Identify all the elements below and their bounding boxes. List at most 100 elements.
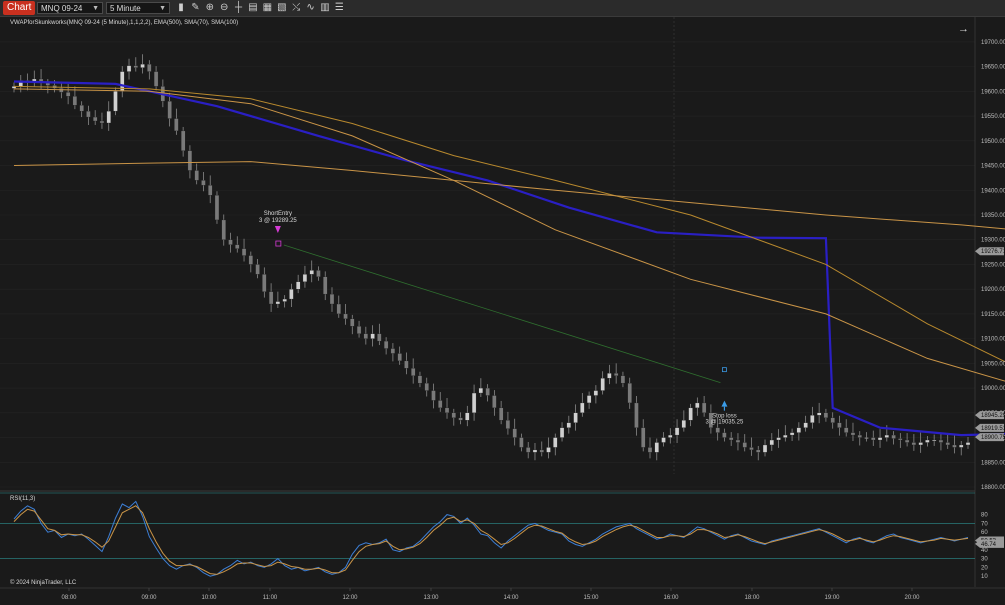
bar-type-icon[interactable]: ▮ <box>175 2 187 14</box>
candle <box>783 434 788 438</box>
rsi-value-label: 46.74 <box>981 542 997 548</box>
candle <box>65 92 71 97</box>
candle <box>715 427 720 433</box>
candle <box>945 442 950 446</box>
candle <box>776 437 781 441</box>
crosshair-icon[interactable]: ┼ <box>233 2 245 14</box>
candle <box>309 270 314 275</box>
instrument-select[interactable]: MNQ 09-24 ▼ <box>37 2 103 14</box>
x-tick-label: 18:00 <box>744 595 760 601</box>
candle <box>654 442 659 453</box>
rsi-tick-label: 60 <box>981 530 988 536</box>
chevron-down-icon: ▼ <box>92 5 99 12</box>
candle <box>377 333 382 342</box>
candle <box>830 417 835 423</box>
candle <box>451 412 456 418</box>
candle <box>79 105 84 112</box>
candle <box>302 274 308 282</box>
x-tick-label: 10:00 <box>201 595 217 601</box>
candle <box>383 340 389 349</box>
chart-area[interactable]: VWAPforSkunkworks(MNQ 09-24 (5 Minute),1… <box>0 17 1005 605</box>
candle <box>431 390 436 401</box>
candle <box>282 298 287 302</box>
rsi-tick-label: 10 <box>981 574 988 580</box>
candle <box>526 447 531 453</box>
candle <box>485 387 490 396</box>
y-tick-label: 18800.00 <box>981 485 1005 491</box>
interval-label: 5 Minute <box>110 4 141 13</box>
price-tag-label: 18945.29 <box>981 413 1005 419</box>
candle <box>742 442 747 448</box>
candle <box>668 434 673 438</box>
candle <box>898 438 903 441</box>
y-tick-label: 19200.00 <box>981 287 1005 293</box>
candle <box>465 412 470 421</box>
candle <box>93 116 98 122</box>
candle <box>187 150 193 171</box>
list-icon[interactable]: ☰ <box>333 2 345 14</box>
candle <box>789 432 795 436</box>
rsi-tick-label: 80 <box>981 513 988 519</box>
candle <box>532 449 538 453</box>
candle <box>370 333 375 339</box>
rsi-tick-label: 30 <box>981 557 988 563</box>
data-box-icon[interactable]: ▦ <box>261 2 273 14</box>
arrow-right-icon[interactable]: → <box>958 23 969 35</box>
rsi-tick-label: 70 <box>981 521 988 527</box>
instrument-label: MNQ 09-24 <box>41 4 83 13</box>
candle <box>681 420 686 428</box>
candle <box>505 420 511 429</box>
candle <box>938 439 944 443</box>
copyright: © 2024 NinjaTrader, LLC <box>10 579 77 586</box>
candle <box>411 368 416 376</box>
candle <box>153 71 159 87</box>
candle <box>607 373 612 379</box>
properties-icon[interactable]: ▤ <box>247 2 259 14</box>
candle <box>539 449 544 453</box>
candle <box>600 378 605 391</box>
candle <box>573 412 578 423</box>
x-tick-label: 11:00 <box>263 595 278 601</box>
y-tick-label: 18850.00 <box>981 460 1005 466</box>
interval-select[interactable]: 5 Minute ▼ <box>106 2 170 14</box>
candle <box>498 407 504 421</box>
zoom-out-icon[interactable]: ⊖ <box>218 2 230 14</box>
candle <box>133 65 138 68</box>
candle <box>140 63 145 68</box>
candle <box>356 326 362 334</box>
candle <box>201 180 206 186</box>
candle <box>701 402 707 413</box>
x-tick-label: 20:00 <box>904 595 920 601</box>
candle <box>275 301 281 305</box>
candle <box>729 437 734 441</box>
candle <box>844 427 849 433</box>
candle <box>871 437 876 441</box>
short-entry-label: ShortEntry <box>264 211 292 217</box>
candle <box>661 437 666 443</box>
chart-trader-icon[interactable]: ▥ <box>319 2 331 14</box>
rsi-tick-label: 40 <box>981 548 988 554</box>
candle <box>147 63 152 72</box>
y-tick-label: 19600.00 <box>981 89 1005 95</box>
candle <box>221 219 226 240</box>
y-tick-label: 19050.00 <box>981 361 1005 367</box>
draw-tool-icon[interactable]: ✎ <box>189 2 201 14</box>
y-tick-label: 19250.00 <box>981 262 1005 268</box>
zoom-in-icon[interactable]: ⊕ <box>204 2 216 14</box>
templates-icon[interactable]: ▧ <box>276 2 288 14</box>
x-tick-label: 15:00 <box>583 595 599 601</box>
chart-tab[interactable]: Chart <box>3 1 36 15</box>
price-tag-label: 18919.51 <box>981 426 1005 432</box>
x-tick-label: 12:00 <box>342 595 358 601</box>
indicators-icon[interactable]: ∿ <box>305 2 317 14</box>
candle <box>559 427 565 438</box>
candle <box>850 432 856 436</box>
price-tag-label: 18900.75 <box>981 435 1005 441</box>
strategies-icon[interactable]: ⤯ <box>290 2 302 14</box>
candle <box>647 447 653 453</box>
candle <box>586 395 592 404</box>
candle <box>444 407 450 413</box>
candle <box>553 437 558 448</box>
y-tick-label: 19150.00 <box>981 312 1005 318</box>
candle <box>438 400 443 409</box>
